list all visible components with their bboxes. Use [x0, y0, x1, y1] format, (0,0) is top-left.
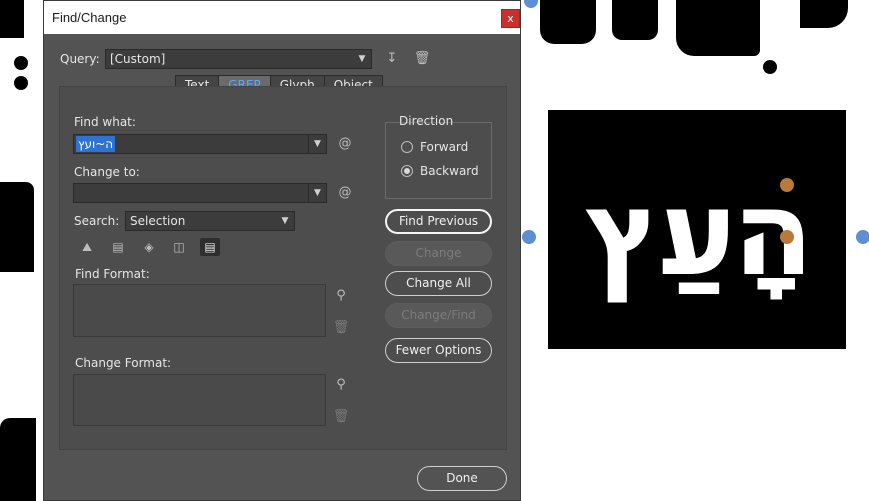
backward-label[interactable]: Backward	[420, 164, 479, 178]
change-format-label: Change Format:	[75, 356, 172, 370]
frame-handle-left[interactable]	[522, 230, 536, 244]
frame-hebrew-text[interactable]: הָעַץ	[548, 110, 846, 349]
clear-change-format-icon[interactable]: 🗑	[332, 408, 350, 426]
special-characters-icon[interactable]: @	[334, 184, 356, 202]
change-button[interactable]: Change	[385, 241, 492, 266]
search-scope-value: Selection	[130, 214, 186, 228]
done-button[interactable]: Done	[417, 466, 507, 491]
find-format-label: Find Format:	[75, 267, 150, 281]
background-glyph-fragment	[0, 418, 36, 501]
find-previous-button[interactable]: Find Previous	[385, 209, 492, 234]
anchor-point[interactable]	[780, 230, 794, 244]
change-find-button[interactable]: Change/Find	[385, 303, 492, 328]
forward-label[interactable]: Forward	[420, 140, 468, 154]
background-glyph-fragment	[800, 0, 848, 28]
find-what-field[interactable]: ה~ועץ ▼	[73, 134, 327, 154]
specify-change-format-icon[interactable]: ⚲	[332, 376, 350, 394]
frame-handle-top[interactable]	[524, 0, 538, 8]
query-value: [Custom]	[110, 52, 166, 66]
direction-label: Direction	[399, 114, 454, 128]
close-button[interactable]: x	[501, 9, 520, 28]
dialog-title: Find/Change	[52, 10, 127, 25]
chevron-down-icon[interactable]: ▼	[308, 184, 326, 202]
change-to-label: Change to:	[74, 165, 140, 179]
include-locked-layers-icon[interactable]: ⛰	[77, 238, 97, 256]
find-what-label: Find what:	[74, 115, 136, 129]
background-glyph-dot	[14, 76, 28, 90]
anchor-point[interactable]	[780, 178, 794, 192]
include-footnotes-icon[interactable]: ▤	[200, 238, 220, 256]
include-hidden-layers-icon[interactable]: ◈	[139, 238, 159, 256]
chevron-down-icon[interactable]: ▼	[308, 135, 326, 153]
search-label: Search:	[74, 214, 120, 228]
change-all-button[interactable]: Change All	[385, 271, 492, 296]
search-scope-dropdown[interactable]: Selection ▼	[125, 211, 295, 231]
chevron-down-icon: ▼	[358, 54, 366, 64]
frame-handle-right[interactable]	[856, 230, 869, 244]
special-characters-icon[interactable]: @	[334, 135, 356, 153]
clear-find-format-icon[interactable]: 🗑	[332, 319, 350, 337]
find-what-value: ה~ועץ	[76, 136, 116, 152]
selected-text-frame[interactable]: הָעַץ	[548, 110, 846, 349]
chevron-down-icon: ▼	[281, 216, 289, 226]
backward-radio[interactable]	[401, 165, 413, 177]
background-glyph-dot	[14, 56, 28, 70]
background-glyph-fragment	[676, 0, 760, 56]
background-glyph-fragment	[0, 0, 24, 38]
change-to-field[interactable]: ▼	[73, 183, 327, 203]
change-to-value	[76, 185, 80, 201]
background-glyph-fragment	[540, 0, 596, 44]
background-glyph-dot	[763, 60, 777, 74]
forward-radio[interactable]	[401, 141, 413, 153]
background-glyph-fragment	[612, 0, 658, 40]
change-format-box[interactable]	[73, 374, 326, 426]
save-query-icon[interactable]: ↧	[383, 50, 401, 68]
query-dropdown[interactable]: [Custom] ▼	[105, 49, 372, 69]
find-format-box[interactable]	[73, 284, 326, 337]
direction-group	[385, 122, 492, 199]
include-locked-stories-icon[interactable]: ▤	[108, 238, 128, 256]
find-change-dialog: Find/Change x Query: [Custom] ▼ ↧ 🗑 Text…	[43, 0, 521, 501]
fewer-options-button[interactable]: Fewer Options	[385, 338, 492, 363]
dialog-titlebar[interactable]: Find/Change x	[44, 1, 520, 34]
background-glyph-fragment	[0, 182, 34, 272]
query-label: Query:	[60, 52, 100, 66]
include-master-pages-icon[interactable]: ◫	[169, 238, 189, 256]
specify-find-format-icon[interactable]: ⚲	[332, 287, 350, 305]
delete-query-icon[interactable]: 🗑	[413, 50, 431, 68]
